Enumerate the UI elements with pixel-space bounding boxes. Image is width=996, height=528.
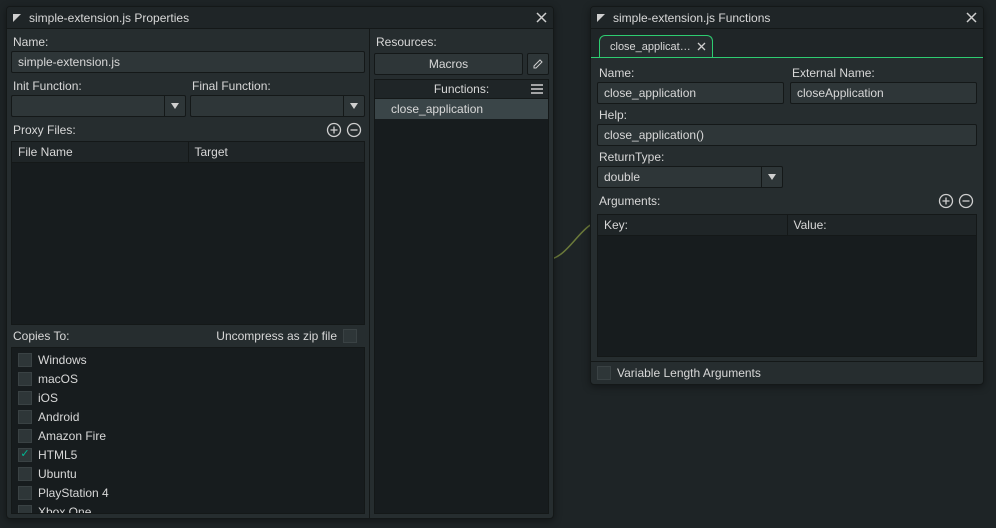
name-label: Name: (11, 31, 365, 51)
platform-checkbox[interactable] (18, 486, 32, 500)
fn-name-input[interactable]: close_application (597, 82, 784, 104)
add-proxy-button[interactable] (325, 121, 343, 139)
close-icon[interactable] (963, 10, 979, 26)
macros-button[interactable]: Macros (374, 53, 523, 75)
chevron-down-icon[interactable] (761, 166, 783, 188)
platform-label: HTML5 (38, 448, 77, 462)
init-function-dropdown[interactable] (11, 95, 186, 117)
uncompress-checkbox[interactable] (343, 329, 357, 343)
platform-label: Android (38, 410, 79, 424)
platform-item[interactable]: PlayStation 4 (12, 483, 364, 502)
resources-label: Resources: (374, 31, 549, 51)
final-function-label: Final Function: (190, 75, 365, 95)
varargs-label: Variable Length Arguments (617, 366, 761, 380)
proxy-col-target: Target (189, 142, 365, 162)
platform-checkbox[interactable] (18, 410, 32, 424)
add-argument-button[interactable] (937, 192, 955, 210)
platform-item[interactable]: Windows (12, 350, 364, 369)
platform-checkbox[interactable] (18, 467, 32, 481)
functions-header: Functions: (374, 79, 549, 99)
platform-label: iOS (38, 391, 58, 405)
varargs-checkbox[interactable] (597, 366, 611, 380)
proxy-col-file: File Name (12, 142, 189, 162)
platform-item[interactable]: macOS (12, 369, 364, 388)
platform-label: Ubuntu (38, 467, 77, 481)
platform-label: macOS (38, 372, 78, 386)
args-col-key: Key: (598, 215, 788, 235)
remove-argument-button[interactable] (957, 192, 975, 210)
tab-close-icon[interactable] (697, 42, 706, 51)
final-function-dropdown[interactable] (190, 95, 365, 117)
platform-label: PlayStation 4 (38, 486, 109, 500)
platform-item[interactable]: Xbox One (12, 502, 364, 514)
tab-strip: close_applicat… (591, 29, 983, 57)
return-type-dropdown[interactable]: double (597, 166, 783, 188)
platform-item[interactable]: HTML5 (12, 445, 364, 464)
platform-list[interactable]: Windows macOS iOS Android Amazon Fire HTML5 Ub… (11, 347, 365, 514)
functions-title: simple-extension.js Functions (613, 11, 957, 25)
edit-icon[interactable] (527, 53, 549, 75)
platform-item[interactable]: Amazon Fire (12, 426, 364, 445)
properties-window: simple-extension.js Properties Name: sim… (6, 6, 554, 519)
platform-item[interactable]: Android (12, 407, 364, 426)
platform-item[interactable]: Ubuntu (12, 464, 364, 483)
init-function-label: Init Function: (11, 75, 186, 95)
copies-to-label: Copies To: (13, 329, 216, 343)
platform-label: Xbox One (38, 505, 91, 515)
args-table-body[interactable] (597, 236, 977, 357)
tab-close-application[interactable]: close_applicat… (599, 35, 713, 57)
properties-titlebar[interactable]: simple-extension.js Properties (7, 7, 553, 29)
platform-checkbox[interactable] (18, 372, 32, 386)
uncompress-label: Uncompress as zip file (216, 329, 337, 343)
fn-extname-label: External Name: (790, 62, 977, 82)
proxy-table-body[interactable] (11, 163, 365, 325)
fn-help-label: Help: (597, 104, 977, 124)
proxy-table-header: File Name Target (11, 141, 365, 163)
menu-icon[interactable] (530, 83, 544, 95)
arguments-label: Arguments: (599, 194, 935, 208)
name-input[interactable]: simple-extension.js (11, 51, 365, 73)
platform-checkbox[interactable] (18, 448, 32, 462)
collapse-icon[interactable] (11, 12, 23, 24)
remove-proxy-button[interactable] (345, 121, 363, 139)
fn-return-label: ReturnType: (597, 146, 977, 166)
platform-checkbox[interactable] (18, 353, 32, 367)
close-icon[interactable] (533, 10, 549, 26)
args-col-value: Value: (788, 215, 977, 235)
functions-list[interactable]: close_application (374, 99, 549, 514)
platform-checkbox[interactable] (18, 505, 32, 515)
functions-window: simple-extension.js Functions close_appl… (590, 6, 984, 385)
functions-titlebar[interactable]: simple-extension.js Functions (591, 7, 983, 29)
platform-label: Windows (38, 353, 87, 367)
platform-checkbox[interactable] (18, 391, 32, 405)
platform-label: Amazon Fire (38, 429, 106, 443)
platform-checkbox[interactable] (18, 429, 32, 443)
fn-extname-input[interactable]: closeApplication (790, 82, 977, 104)
chevron-down-icon[interactable] (164, 95, 186, 117)
properties-title: simple-extension.js Properties (29, 11, 527, 25)
fn-name-label: Name: (597, 62, 784, 82)
fn-help-input[interactable]: close_application() (597, 124, 977, 146)
function-item[interactable]: close_application (375, 99, 548, 119)
proxy-files-label: Proxy Files: (13, 123, 323, 137)
collapse-icon[interactable] (595, 12, 607, 24)
platform-item[interactable]: iOS (12, 388, 364, 407)
args-table-header: Key: Value: (597, 214, 977, 236)
chevron-down-icon[interactable] (343, 95, 365, 117)
